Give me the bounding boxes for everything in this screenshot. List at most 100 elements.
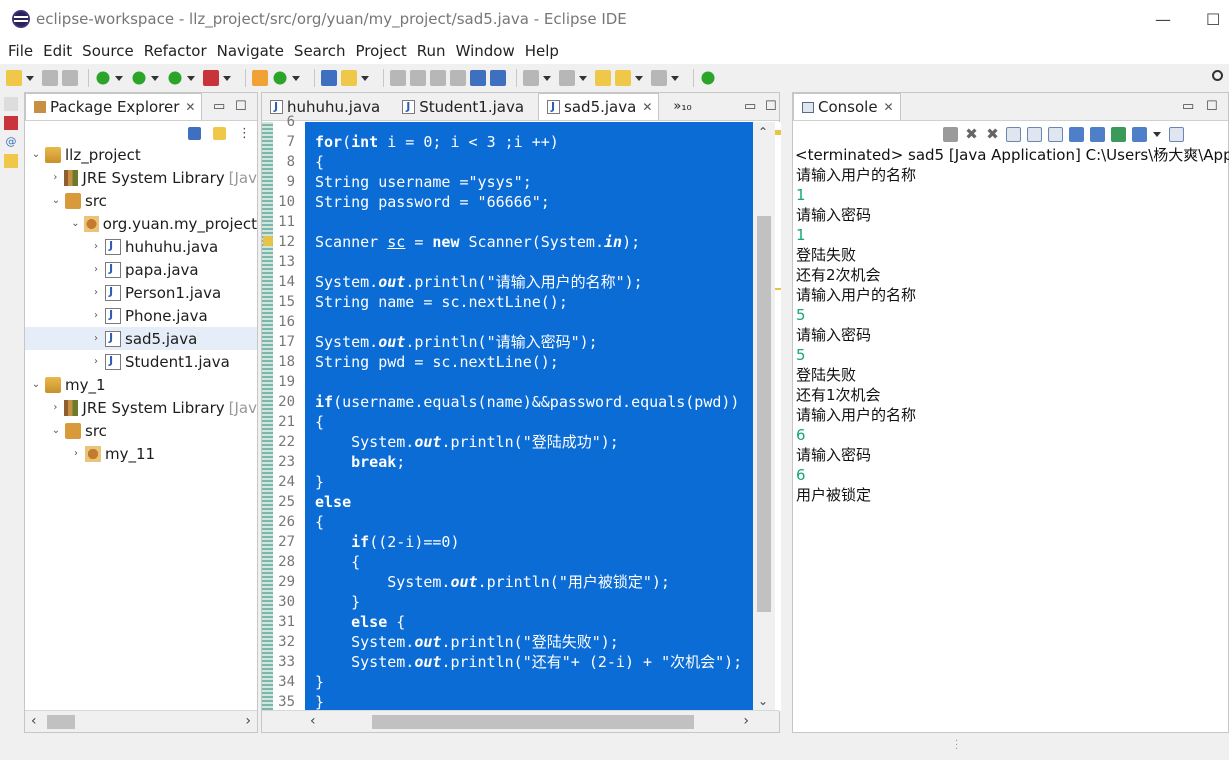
tree-item[interactable]: › papa.java: [25, 258, 257, 281]
chevron-right-icon[interactable]: ›: [69, 448, 83, 459]
new-dropdown-icon[interactable]: [26, 75, 34, 81]
remove-all-launches-icon[interactable]: ✖: [985, 126, 1000, 142]
problems-icon[interactable]: [4, 116, 18, 130]
tree-item[interactable]: ⌄ src: [25, 189, 257, 212]
scrollbar-thumb[interactable]: [757, 216, 771, 612]
package-explorer-hscrollbar[interactable]: ‹ ›: [25, 710, 257, 732]
javadoc-icon[interactable]: @: [4, 135, 18, 149]
maximize-editor-icon[interactable]: ☐: [765, 99, 777, 114]
code-line[interactable]: System.out.println("请输入用户的名称");: [315, 272, 643, 292]
restore-icon[interactable]: [4, 97, 18, 111]
scroll-right-icon[interactable]: ›: [245, 713, 251, 729]
scroll-left-icon[interactable]: ‹: [31, 713, 37, 729]
open-type-icon[interactable]: [321, 70, 337, 86]
search-dropdown-icon[interactable]: [361, 75, 369, 81]
minimize-view-icon[interactable]: ▭: [213, 99, 225, 114]
chevron-right-icon[interactable]: ›: [49, 172, 62, 183]
remove-launch-icon[interactable]: ✖: [964, 126, 979, 142]
code-line[interactable]: System.out.println("登陆失败");: [315, 632, 619, 652]
scroll-lock-icon[interactable]: [1027, 126, 1042, 142]
tree-item[interactable]: › Person1.java: [25, 281, 257, 304]
new-icon[interactable]: [6, 70, 22, 86]
chevron-down-icon[interactable]: ⌄: [49, 425, 63, 436]
scroll-down-icon[interactable]: ⌄: [758, 694, 768, 708]
maximize-view-icon[interactable]: ☐: [235, 99, 247, 114]
back-icon[interactable]: [615, 70, 631, 86]
search-icon[interactable]: [1212, 70, 1223, 81]
debug-icon[interactable]: [95, 70, 111, 86]
code-line[interactable]: Scanner sc = new Scanner(System.in);: [315, 232, 640, 252]
close-icon[interactable]: ✕: [884, 100, 894, 114]
tree-item[interactable]: › my_11: [25, 442, 257, 465]
pin-console-icon[interactable]: [1111, 126, 1126, 142]
link-with-editor-icon[interactable]: [213, 126, 226, 140]
menu-source[interactable]: Source: [78, 42, 138, 60]
menu-search[interactable]: Search: [290, 42, 350, 60]
debug-dropdown-icon[interactable]: [115, 75, 123, 81]
coverage-dropdown-icon[interactable]: [187, 75, 195, 81]
code-line[interactable]: String name = sc.nextLine();: [315, 292, 568, 312]
word-wrap-icon[interactable]: [1048, 126, 1063, 142]
status-bar-grip-icon[interactable]: · · ·: [955, 737, 958, 755]
code-line[interactable]: }: [315, 472, 324, 492]
tab-huhuhu[interactable]: huhuhu.java: [262, 93, 386, 120]
chevron-right-icon[interactable]: ›: [89, 287, 103, 298]
warning-icon[interactable]: [263, 236, 273, 246]
code-line[interactable]: else: [315, 492, 351, 512]
minimize-editor-icon[interactable]: ▭: [744, 99, 756, 114]
menu-refactor[interactable]: Refactor: [140, 42, 211, 60]
search-tool-icon[interactable]: [341, 70, 357, 86]
code-line[interactable]: }: [315, 592, 360, 612]
code-line[interactable]: String pwd = sc.nextLine();: [315, 352, 559, 372]
next-annotation-icon[interactable]: [523, 70, 539, 86]
warning-marker[interactable]: [775, 130, 781, 135]
code-line[interactable]: break;: [315, 452, 405, 472]
editor-vscrollbar[interactable]: ⌃ ⌄: [753, 122, 775, 711]
open-console-icon[interactable]: [1169, 126, 1184, 142]
show-whitespace-icon[interactable]: [430, 70, 446, 86]
close-icon[interactable]: ✕: [642, 100, 652, 114]
scrollbar-thumb[interactable]: [372, 715, 694, 729]
code-line[interactable]: }: [315, 672, 324, 692]
scrollbar-thumb[interactable]: [47, 715, 75, 729]
terminate-icon[interactable]: [943, 126, 958, 142]
back-dropdown-icon[interactable]: [635, 75, 643, 81]
coverage-icon[interactable]: [167, 70, 183, 86]
code-line[interactable]: System.out.println("还有"+ (2-i) + "次机会");: [315, 652, 742, 672]
display-console-dropdown-icon[interactable]: [1153, 131, 1161, 137]
run-dropdown-icon[interactable]: [151, 75, 159, 81]
code-line[interactable]: String password = "66666";: [315, 192, 550, 212]
pilcrow-icon[interactable]: [450, 70, 466, 86]
maximize-button[interactable]: ☐: [1206, 10, 1220, 29]
menu-project[interactable]: Project: [351, 42, 410, 60]
code-line[interactable]: System.out.println("请输入密码");: [315, 332, 598, 352]
tree-item[interactable]: ⌄ llz_project: [25, 143, 257, 166]
tree-item[interactable]: ⌄ src: [25, 419, 257, 442]
tree-item[interactable]: ⌄ my_1: [25, 373, 257, 396]
toggle-breadcrumb-icon[interactable]: [490, 70, 506, 86]
tab-package-explorer[interactable]: Package Explorer ✕: [25, 93, 203, 120]
toggle-block-icon[interactable]: [410, 70, 426, 86]
new-class-dropdown-icon[interactable]: [292, 75, 300, 81]
run-icon[interactable]: [131, 70, 147, 86]
prev-annotation-icon[interactable]: [559, 70, 575, 86]
display-console-icon[interactable]: [1132, 126, 1147, 142]
new-java-package-icon[interactable]: [252, 70, 268, 86]
minimize-console-icon[interactable]: ▭: [1182, 99, 1194, 114]
code-line[interactable]: {: [315, 512, 324, 532]
code-line[interactable]: System.out.println("用户被锁定");: [315, 572, 670, 592]
menu-navigate[interactable]: Navigate: [213, 42, 288, 60]
chevron-right-icon[interactable]: ›: [89, 241, 103, 252]
external-tools-dropdown-icon[interactable]: [223, 75, 231, 81]
clear-console-icon[interactable]: [1006, 126, 1021, 142]
tree-item[interactable]: › JRE System Library [Jav: [25, 396, 257, 419]
menu-window[interactable]: Window: [452, 42, 519, 60]
code-line[interactable]: String username ="ysys";: [315, 172, 532, 192]
chevron-right-icon[interactable]: ›: [89, 356, 103, 367]
show-on-stdout-icon[interactable]: [1069, 126, 1084, 142]
tree-item[interactable]: › sad5.java: [25, 327, 257, 350]
editor-hscrollbar[interactable]: ‹ ›: [262, 710, 779, 732]
more-tabs-button[interactable]: »₁₀: [667, 93, 697, 120]
tab-student1[interactable]: Student1.java: [394, 93, 530, 120]
scroll-right-icon[interactable]: ›: [743, 713, 749, 729]
